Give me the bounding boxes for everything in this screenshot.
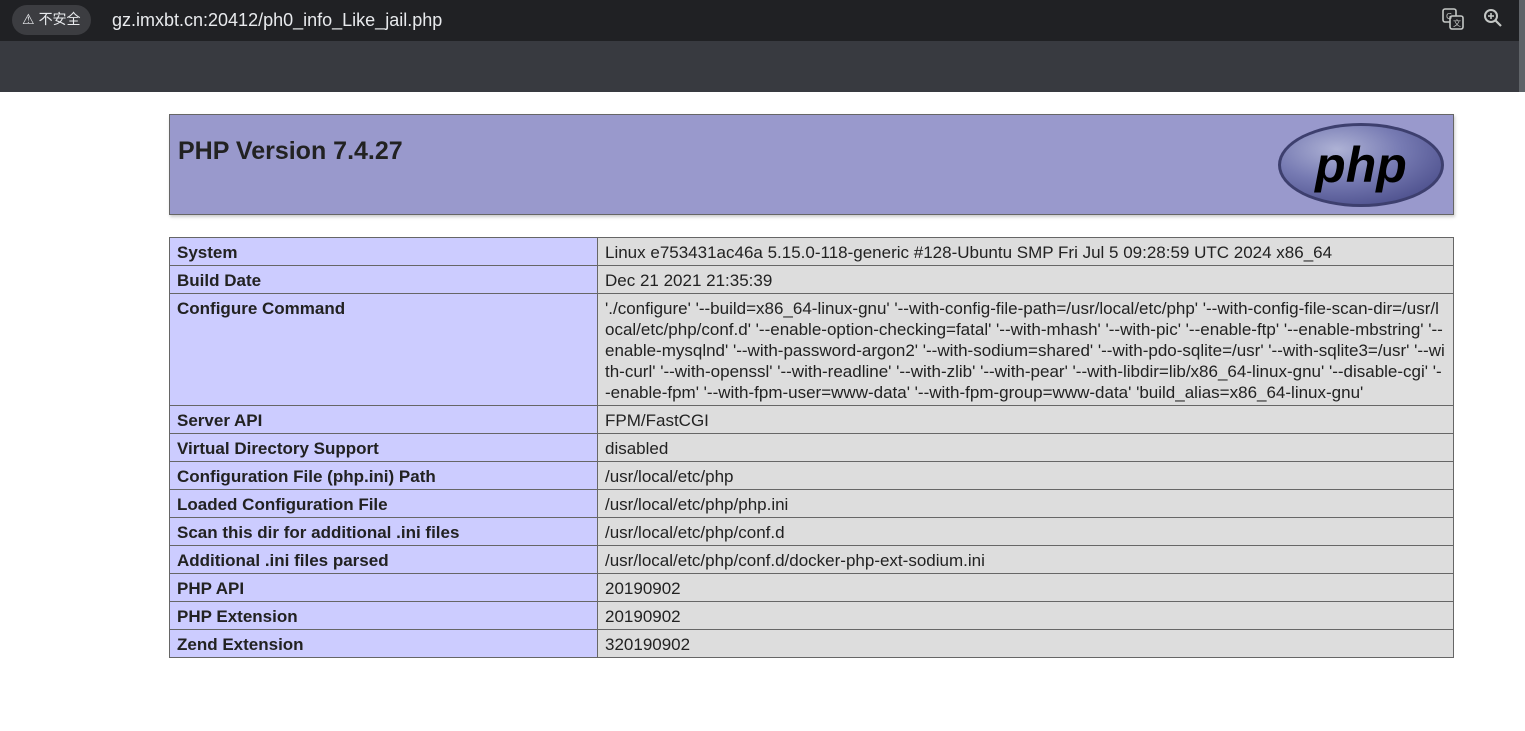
- table-row: Configure Command './configure' '--build=…: [169, 293, 1454, 406]
- url-text[interactable]: gz.imxbt.cn:20412/ph0_info_Like_jail.php: [112, 0, 442, 41]
- row-key: Virtual Directory Support: [169, 433, 598, 462]
- table-row: Virtual Directory Support disabled: [169, 433, 1454, 462]
- warning-triangle-icon: ⚠: [22, 12, 35, 28]
- row-value: /usr/local/etc/php/conf.d: [597, 517, 1454, 546]
- table-row: Scan this dir for additional .ini files /…: [169, 517, 1454, 546]
- phpinfo-content: PHP Version 7.4.27 php System Linux e7534…: [169, 114, 1454, 658]
- row-key: Configure Command: [169, 293, 598, 406]
- table-row: Loaded Configuration File/usr/local/etc/…: [169, 489, 1454, 518]
- row-key: System: [169, 237, 598, 266]
- table-row: PHP API 20190902: [169, 573, 1454, 602]
- row-value: /usr/local/etc/php/conf.d/docker-php-ext…: [597, 545, 1454, 574]
- table-row: Server API FPM/FastCGI: [169, 405, 1454, 434]
- translate-icon[interactable]: G文: [1441, 8, 1465, 32]
- browser-chrome: ⚠ 不安全 gz.imxbt.cn:20412/ph0_info_Like_ja…: [0, 0, 1525, 92]
- table-row: PHP Extension 20190902: [169, 601, 1454, 630]
- table-row: Additional .ini files parsed/usr/local/e…: [169, 545, 1454, 574]
- row-value: 320190902: [597, 629, 1454, 658]
- svg-text:G: G: [1446, 12, 1452, 21]
- row-key: Loaded Configuration File: [169, 489, 598, 518]
- row-value: disabled: [597, 433, 1454, 462]
- row-value: FPM/FastCGI: [597, 405, 1454, 434]
- row-value: /usr/local/etc/php/php.ini: [597, 489, 1454, 518]
- info-table: System Linux e753431ac46a 5.15.0-118-gene…: [169, 237, 1454, 658]
- toolbar-area: [0, 41, 1525, 92]
- row-value: './configure' '--build=x86_64-linux-gnu'…: [597, 293, 1454, 406]
- table-row: Build Date Dec 21 2021 21:35:39: [169, 265, 1454, 294]
- php-logo[interactable]: php: [1277, 122, 1445, 208]
- row-value: 20190902: [597, 573, 1454, 602]
- row-value: /usr/local/etc/php: [597, 461, 1454, 490]
- row-key: Configuration File (php.ini) Path: [169, 461, 598, 490]
- row-key: Build Date: [169, 265, 598, 294]
- phpinfo-header: PHP Version 7.4.27 php: [169, 114, 1454, 215]
- address-bar[interactable]: ⚠ 不安全 gz.imxbt.cn:20412/ph0_info_Like_ja…: [0, 0, 1525, 41]
- table-row: System Linux e753431ac46a 5.15.0-118-gene…: [169, 237, 1454, 266]
- row-key: Scan this dir for additional .ini files: [169, 517, 598, 546]
- svg-text:文: 文: [1453, 18, 1461, 28]
- row-key: PHP Extension: [169, 601, 598, 630]
- security-label: 不安全: [38, 12, 81, 28]
- table-row: Zend Extension 320190902: [169, 629, 1454, 658]
- php-logo-text: php: [1313, 137, 1407, 193]
- zoom-in-icon[interactable]: [1481, 8, 1505, 32]
- row-key: Additional .ini files parsed: [169, 545, 598, 574]
- row-key: PHP API: [169, 573, 598, 602]
- row-value: 20190902: [597, 601, 1454, 630]
- row-key: Zend Extension: [169, 629, 598, 658]
- table-row: Configuration File (php.ini) Path/usr/lo…: [169, 461, 1454, 490]
- row-value: Dec 21 2021 21:35:39: [597, 265, 1454, 294]
- scrollbar[interactable]: [1519, 0, 1525, 92]
- security-indicator[interactable]: ⚠ 不安全: [12, 5, 91, 35]
- row-key: Server API: [169, 405, 598, 434]
- page-title: PHP Version 7.4.27: [178, 137, 403, 165]
- row-value: Linux e753431ac46a 5.15.0-118-generic #1…: [597, 237, 1454, 266]
